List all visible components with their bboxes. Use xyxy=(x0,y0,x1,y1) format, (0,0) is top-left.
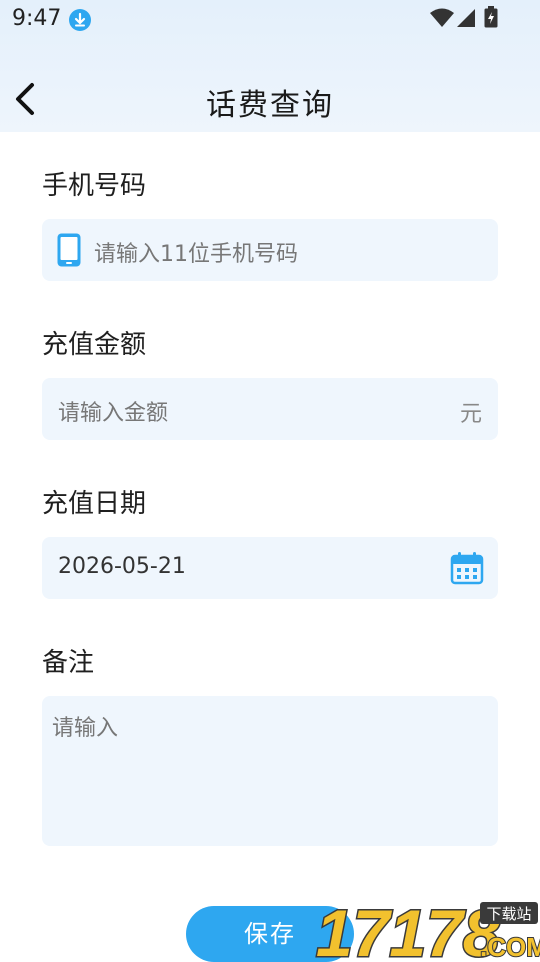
amount-unit: 元 xyxy=(459,402,482,427)
status-bar: 9:47 xyxy=(0,0,540,38)
remark-label: 备注 xyxy=(42,648,95,678)
page-title: 话费查询 xyxy=(206,88,334,123)
remark-placeholder: 请输入 xyxy=(52,716,119,741)
remark-textarea[interactable]: 请输入 xyxy=(42,696,498,846)
wifi-icon xyxy=(430,8,454,27)
watermark-logo: 17178 下载站 .COM xyxy=(315,896,540,960)
date-label: 充值日期 xyxy=(42,489,147,519)
phone-label: 手机号码 xyxy=(42,171,147,201)
amount-placeholder: 请输入金额 xyxy=(58,401,169,426)
amount-input[interactable]: 请输入金额 元 xyxy=(42,378,498,440)
calendar-icon[interactable] xyxy=(450,551,484,585)
date-value: 2026-05-21 xyxy=(58,554,186,579)
signal-icon xyxy=(457,9,475,27)
mobile-phone-icon xyxy=(57,233,81,267)
watermark-suffix: .COM xyxy=(480,932,540,960)
phone-placeholder: 请输入11位手机号码 xyxy=(94,242,298,267)
download-icon xyxy=(69,9,91,31)
watermark-site-text: 17178 xyxy=(316,896,500,960)
amount-label: 充值金额 xyxy=(42,330,147,360)
status-time: 9:47 xyxy=(12,6,62,31)
date-picker[interactable]: 2026-05-21 xyxy=(42,537,498,599)
battery-icon xyxy=(484,6,498,28)
watermark-tag: 下载站 xyxy=(486,905,531,923)
phone-input[interactable]: 请输入11位手机号码 xyxy=(42,219,498,281)
